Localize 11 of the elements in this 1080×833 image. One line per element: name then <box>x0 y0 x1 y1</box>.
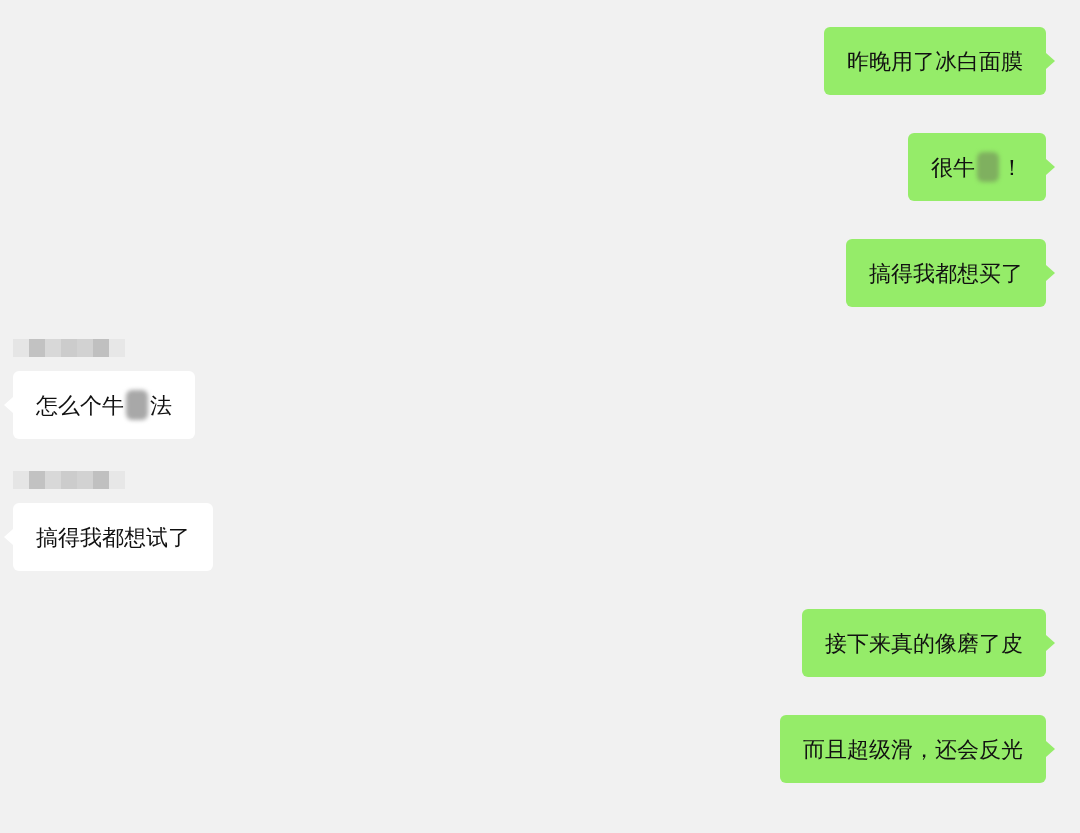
message-text: 怎么个牛 <box>36 391 124 420</box>
message-text: 很牛 <box>931 153 975 182</box>
message-text: ！ <box>1001 153 1023 182</box>
message-text: 接下来真的像磨了皮 <box>825 629 1023 658</box>
message-text: 法 <box>150 391 172 420</box>
message-text: 搞得我都想买了 <box>869 259 1023 288</box>
blurred-text <box>977 152 999 182</box>
message-text: 而且超级滑，还会反光 <box>803 735 1023 764</box>
message-text: 搞得我都想试了 <box>36 523 190 552</box>
message-text: 昨晚用了冰白面膜 <box>847 47 1023 76</box>
blurred-text <box>126 390 148 420</box>
